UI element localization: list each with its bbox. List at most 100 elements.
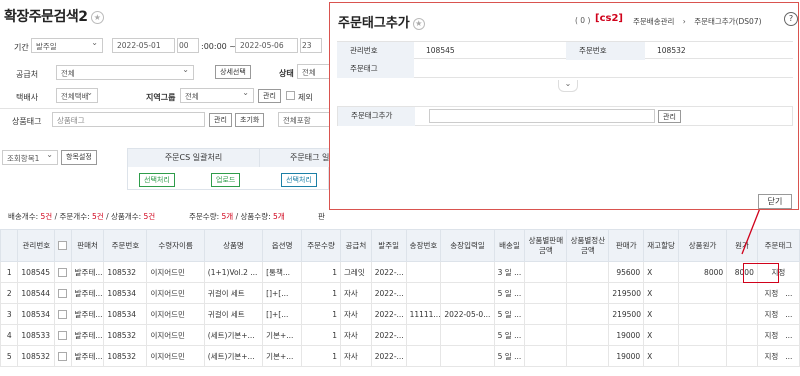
col-header[interactable]: 배송일: [493, 229, 526, 262]
hour-from-select[interactable]: 00: [177, 38, 199, 53]
row-checkbox-cell[interactable]: [54, 303, 72, 325]
col-header[interactable]: 상품별판매금액: [524, 229, 568, 262]
select-all-checkbox[interactable]: [58, 241, 68, 250]
table-cell: [677, 345, 728, 367]
breadcrumb-parent[interactable]: 주문배송관리: [633, 17, 674, 26]
row-checkbox[interactable]: [58, 309, 68, 319]
table-cell: 2022-05-0...: [440, 303, 495, 325]
col-header[interactable]: 재고할당: [643, 229, 679, 262]
table-cell: [통책...: [262, 261, 303, 283]
chevron-down-icon[interactable]: ⌄: [558, 80, 578, 92]
table-cell: [677, 324, 728, 346]
table-row[interactable]: 5 108532 발주테... 108532 이지어드민 (세트)기본+... 기본+...…: [0, 345, 800, 367]
col-header[interactable]: 상품명: [203, 229, 264, 262]
product-tag-reset-button[interactable]: 초기화: [235, 113, 265, 127]
help-icon[interactable]: ?: [784, 12, 798, 26]
cs-select-button[interactable]: 선택처리: [139, 173, 175, 187]
row-checkbox-cell[interactable]: [54, 324, 72, 346]
col-header[interactable]: 주문수량: [301, 229, 342, 262]
col-header[interactable]: 상품별정산금액: [566, 229, 610, 262]
table-row[interactable]: 2 108544 발주테... 108534 이지어드민 귀걸이 세트 []+[... 1 자사…: [0, 282, 800, 304]
table-row[interactable]: 1 108545 발주테... 108532 이지어드민 (1+1)Vol.2 ... [통…: [0, 261, 800, 283]
row-checkbox-cell[interactable]: [54, 261, 72, 283]
row-checkbox-cell[interactable]: [54, 345, 72, 367]
tag-assign-link[interactable]: 지정: [764, 331, 778, 340]
summary-order-label: / 주문개수:: [54, 212, 90, 221]
hour-to-select[interactable]: 23: [300, 38, 322, 53]
breadcrumb-current: 주문태그추가(DS07): [694, 17, 762, 26]
col-header[interactable]: 공급처: [340, 229, 372, 262]
courier-select[interactable]: 전체택배: [56, 88, 98, 103]
courier-value: 전체택배: [61, 92, 89, 101]
add-tag-input[interactable]: [429, 109, 655, 123]
star-icon[interactable]: ★: [90, 10, 104, 24]
tag-assign-link[interactable]: 지정: [764, 289, 778, 298]
col-header[interactable]: 송장입력일: [440, 229, 495, 262]
table-cell: [677, 303, 728, 325]
tag-assign-link[interactable]: 지정: [764, 310, 778, 319]
breadcrumb: 주문배송관리 › 주문태그추가(DS07): [633, 16, 762, 27]
tag-assign-link[interactable]: 지정: [764, 352, 778, 361]
date-to-input[interactable]: 2022-05-06: [235, 38, 298, 53]
table-cell: [405, 345, 442, 367]
col-header[interactable]: 송장번호: [405, 229, 442, 262]
order-tag-value: [414, 60, 426, 78]
col-header[interactable]: 발주일: [370, 229, 407, 262]
product-tag-mode-select[interactable]: 전체포함: [278, 112, 329, 127]
col-header[interactable]: 판매처: [70, 229, 105, 262]
column-settings-button[interactable]: 항목설정: [61, 150, 97, 165]
col-header[interactable]: 옵션명: [262, 229, 303, 262]
table-cell: 4: [0, 324, 19, 346]
supplier-select[interactable]: 전체: [56, 65, 194, 80]
row-checkbox-cell[interactable]: [54, 282, 72, 304]
table-cell: 자사: [340, 303, 372, 325]
region-select[interactable]: 전체: [180, 88, 254, 103]
table-cell: [405, 261, 442, 283]
add-tag-label: 주문태그추가: [338, 107, 415, 126]
table-cell: 5 일 ...: [493, 282, 526, 304]
tag-select-button[interactable]: 선택처리: [281, 173, 317, 187]
cs-upload-button[interactable]: 업로드: [211, 173, 241, 187]
order-tag-cell[interactable]: 지정...: [756, 303, 800, 325]
table-row[interactable]: 4 108533 발주테... 108532 이지어드민 (세트)기본+... 기본+...…: [0, 324, 800, 346]
summary-delivery-label: 배송개수:: [8, 212, 39, 221]
view-preset-select[interactable]: 조회항목1: [2, 150, 58, 165]
col-header[interactable]: 수령자이름: [146, 229, 205, 262]
summary-more: 판: [318, 212, 325, 221]
table-cell: 기본+...: [262, 345, 303, 367]
col-header[interactable]: 관리번호: [17, 229, 56, 262]
region-manage-button[interactable]: 관리: [258, 89, 281, 103]
status-select[interactable]: 전체: [297, 64, 329, 79]
col-header-checkbox[interactable]: [54, 229, 72, 262]
date-from-input[interactable]: 2022-05-01: [112, 38, 175, 53]
table-cell: 5 일 ...: [493, 345, 526, 367]
order-tag-cell[interactable]: 지정...: [756, 324, 800, 346]
product-tag-input[interactable]: 상품태그: [52, 112, 205, 127]
row-checkbox[interactable]: [58, 351, 68, 361]
order-tag-cell[interactable]: 지정...: [756, 345, 800, 367]
row-checkbox[interactable]: [58, 267, 68, 277]
region-label: 지역그룹: [146, 93, 176, 102]
period-type-select[interactable]: 발주일: [31, 38, 103, 53]
table-cell: (세트)기본+...: [203, 324, 264, 346]
row-checkbox[interactable]: [58, 330, 68, 340]
col-header[interactable]: 주문번호: [103, 229, 148, 262]
col-header[interactable]: 판매가: [608, 229, 645, 262]
product-tag-manage-button[interactable]: 관리: [209, 113, 232, 127]
exclude-checkbox[interactable]: [286, 91, 295, 100]
table-row[interactable]: 3 108534 발주테... 108534 이지어드민 귀걸이 세트 []+[... 1 자사…: [0, 303, 800, 325]
detail-select-button[interactable]: 상세선택: [215, 65, 251, 79]
table-cell: [566, 261, 610, 283]
table-cell: 3: [0, 303, 19, 325]
row-checkbox[interactable]: [58, 288, 68, 298]
close-button[interactable]: 닫기: [758, 194, 792, 209]
time-from-text: :00:00 ~: [201, 42, 236, 51]
table-cell: X: [643, 345, 679, 367]
modal-star-icon[interactable]: ★: [412, 17, 425, 30]
order-tag-cell[interactable]: 지정...: [756, 282, 800, 304]
table-cell: 이지어드민: [146, 282, 205, 304]
col-header[interactable]: [0, 229, 19, 262]
table-cell: [405, 282, 442, 304]
table-cell: 219500: [608, 282, 645, 304]
add-tag-manage-button[interactable]: 관리: [658, 110, 681, 123]
